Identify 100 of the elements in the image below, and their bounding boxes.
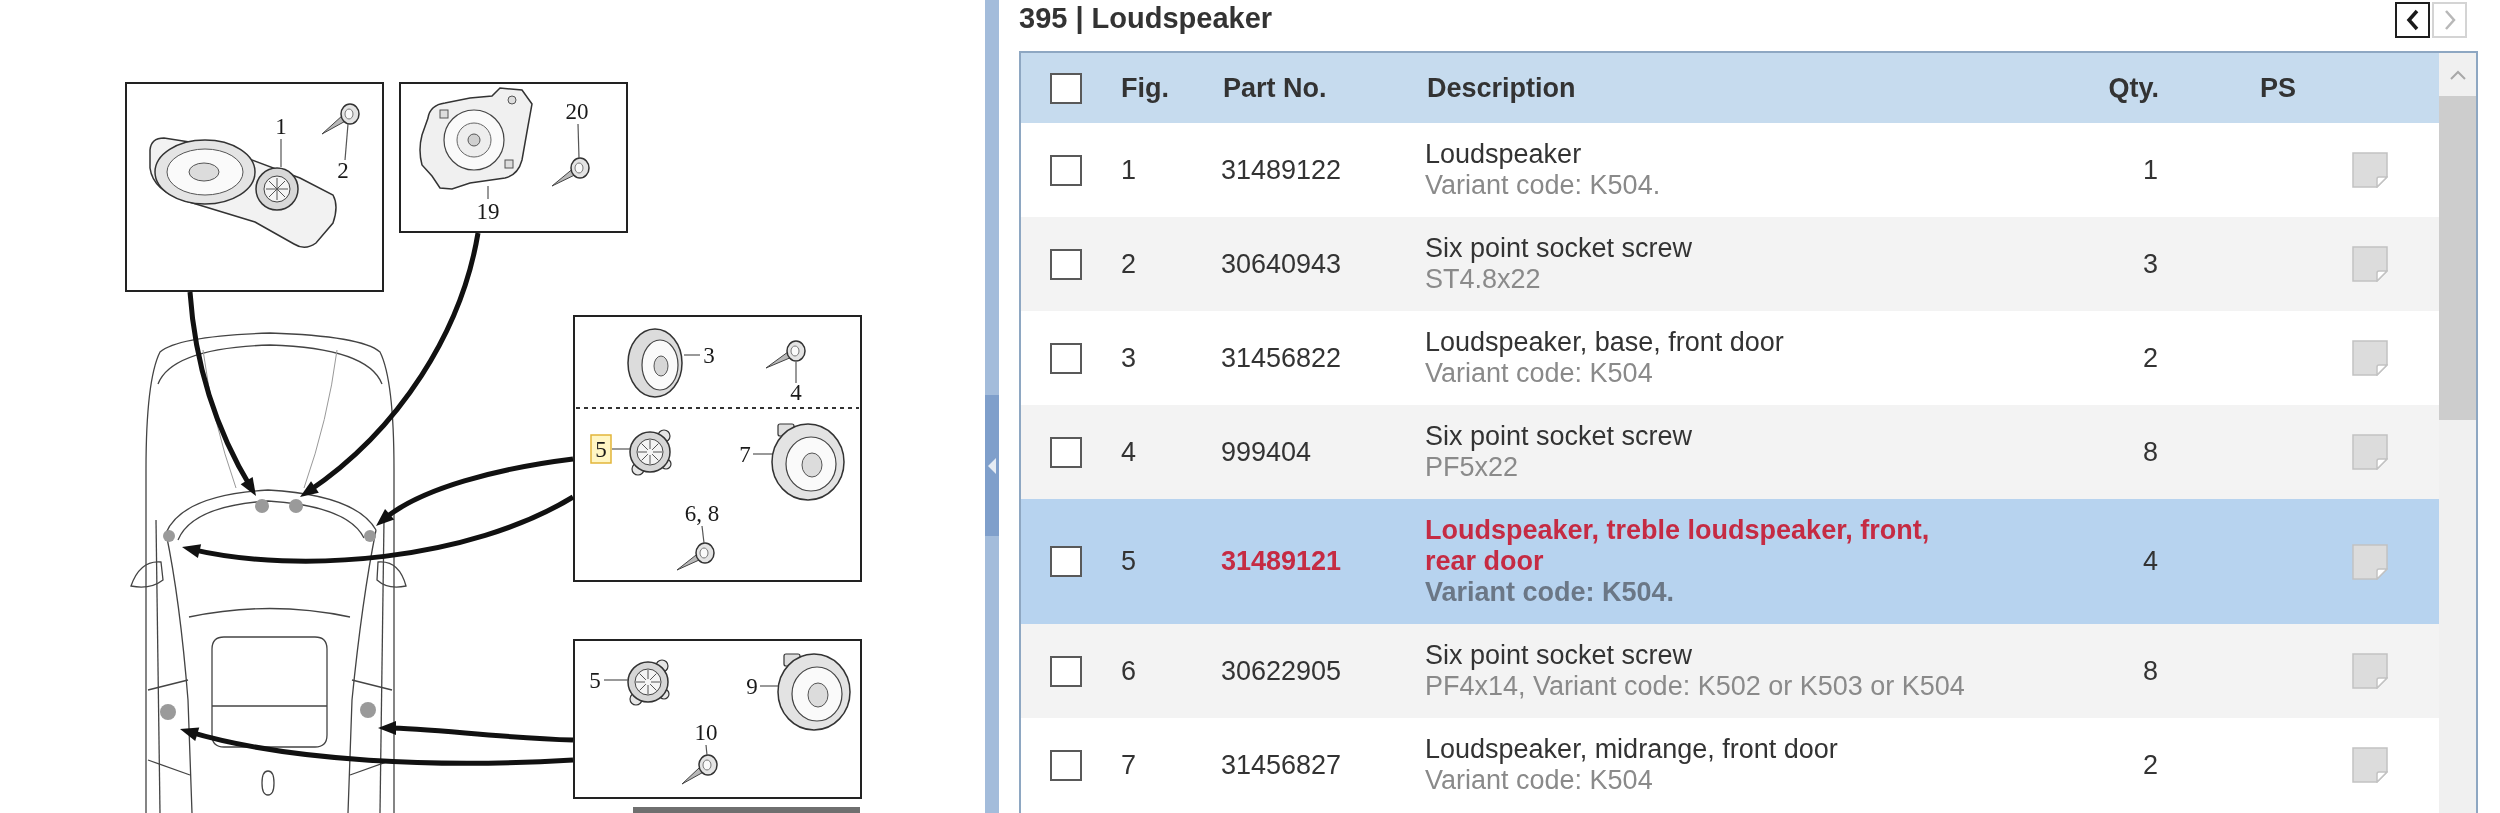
- part-number: 31489122: [1221, 154, 1342, 185]
- row-checkbox[interactable]: [1050, 436, 1082, 468]
- variant-note: Variant code: K504: [1425, 765, 1653, 796]
- tweeter-drawing: [629, 429, 672, 476]
- callout-number[interactable]: 2: [337, 158, 349, 183]
- callout-number[interactable]: 6, 8: [684, 501, 720, 526]
- quantity: 2: [2142, 749, 2158, 780]
- part-description: Six point socket screw: [1425, 640, 1693, 671]
- row-checkbox[interactable]: [1050, 749, 1082, 781]
- caret-left-icon: [988, 457, 996, 474]
- table-row[interactable]: 2 30640943 Six point socket screw ST4.8x22 3: [1021, 217, 2439, 311]
- callout-number[interactable]: 10: [694, 720, 718, 745]
- leader-line: [280, 138, 282, 168]
- row-checkbox[interactable]: [1050, 248, 1082, 280]
- note-icon[interactable]: [2352, 543, 2388, 580]
- callout-number[interactable]: 1: [275, 114, 287, 139]
- leader-line: [487, 185, 489, 200]
- leader-line: [577, 123, 580, 159]
- row-checkbox[interactable]: [1050, 546, 1082, 577]
- quantity: 4: [2142, 546, 2158, 576]
- callout-number[interactable]: 4: [790, 380, 802, 405]
- part-number: 30640943: [1221, 248, 1342, 279]
- speaker-spot-icon: [289, 499, 303, 513]
- tweeter-drawing: [627, 659, 670, 706]
- leader-line: [705, 744, 708, 756]
- callout-number[interactable]: 5: [590, 434, 612, 464]
- callout-number[interactable]: 20: [565, 99, 589, 124]
- chevron-up-icon: [2449, 69, 2466, 80]
- screw-drawing: [551, 157, 590, 187]
- fig-number: 5: [1121, 546, 1137, 576]
- quantity: 1: [2142, 154, 2158, 185]
- speaker-spot-icon: [364, 530, 376, 542]
- screw-drawing: [321, 103, 360, 135]
- variant-note: Variant code: K504.: [1425, 170, 1661, 201]
- leader-line: [611, 448, 631, 450]
- row-checkbox[interactable]: [1050, 342, 1082, 374]
- scrollbar-thumb[interactable]: [2439, 96, 2476, 420]
- leader-line: [701, 525, 705, 544]
- leader-line: [344, 123, 349, 161]
- part-description: Loudspeaker, midrange, front door: [1425, 734, 1838, 765]
- quantity: 3: [2142, 248, 2158, 279]
- table-row[interactable]: 4 999404 Six point socket screw PF5x22 8: [1021, 405, 2439, 499]
- scroll-up-button[interactable]: [2439, 53, 2476, 96]
- fig-number: 3: [1121, 342, 1137, 373]
- part-description: Loudspeaker, base, front door: [1425, 327, 1784, 358]
- row-checkbox[interactable]: [1050, 154, 1082, 186]
- variant-note: ST4.8x22: [1425, 264, 1541, 295]
- screw-drawing: [681, 754, 718, 785]
- note-icon[interactable]: [2352, 653, 2388, 689]
- note-icon[interactable]: [2352, 747, 2388, 783]
- column-header: Fig.: [1121, 72, 1169, 103]
- splitter-handle[interactable]: [985, 395, 999, 536]
- fig-number: 1: [1121, 154, 1137, 185]
- screw-drawing: [765, 340, 806, 369]
- splitter-bar[interactable]: [985, 0, 999, 813]
- speaker-spot-icon: [360, 702, 376, 718]
- previous-button[interactable]: [2395, 2, 2430, 38]
- quantity: 8: [2142, 436, 2158, 467]
- leader-line: [795, 361, 797, 384]
- table-row[interactable]: 6 30622905 Six point socket screw PF4x14, Variant code: K502 or K503 or K504 8: [1021, 624, 2439, 718]
- speaker-spot-icon: [160, 704, 176, 720]
- part-number: 30622905: [1221, 655, 1342, 686]
- fig-number: 6: [1121, 655, 1137, 686]
- part-number: 999404: [1221, 436, 1312, 467]
- leader-line: [683, 354, 701, 356]
- variant-note: PF5x22: [1425, 452, 1519, 483]
- table-row[interactable]: 5 31489121 Loudspeaker, treble loudspeaker, front, rear door Variant code: K504. 4: [1021, 499, 2439, 624]
- callout-number[interactable]: 19: [476, 199, 500, 224]
- variant-note: Variant code: K504.: [1425, 577, 1675, 608]
- row-checkbox[interactable]: [1050, 655, 1082, 687]
- leader-line: [752, 453, 773, 455]
- callout-number[interactable]: 9: [746, 674, 758, 699]
- part-number: 31456822: [1221, 342, 1342, 373]
- speaker-spot-icon: [255, 499, 269, 513]
- panel-title: 395 | Loudspeaker: [1019, 1, 1273, 36]
- note-icon[interactable]: [2352, 340, 2388, 376]
- select-all-checkbox[interactable]: [1050, 72, 1082, 104]
- variant-note: PF4x14, Variant code: K502 or K503 or K504: [1425, 671, 1965, 702]
- part-number: 31456827: [1221, 749, 1342, 780]
- column-header: Description: [1427, 72, 1576, 103]
- column-header: Part No.: [1223, 72, 1327, 103]
- variant-note: Variant code: K504: [1425, 358, 1653, 389]
- speaker-spot-icon: [163, 530, 175, 542]
- note-icon[interactable]: [2352, 152, 2388, 188]
- callout-number[interactable]: 5: [589, 668, 601, 693]
- chevron-left-icon: [2405, 9, 2420, 31]
- fig-number: 2: [1121, 248, 1137, 279]
- part-description: Six point socket screw: [1425, 421, 1693, 452]
- leader-line: [759, 685, 779, 687]
- chevron-right-icon: [2442, 9, 2457, 31]
- part-number: 31489121: [1221, 546, 1342, 576]
- column-header: Qty.: [2108, 72, 2159, 103]
- quantity: 2: [2142, 342, 2158, 373]
- note-icon[interactable]: [2352, 246, 2388, 282]
- callout-number[interactable]: 7: [739, 442, 751, 467]
- speaker-drawing: [627, 328, 683, 398]
- callout-number[interactable]: 3: [703, 343, 715, 368]
- note-icon[interactable]: [2352, 434, 2388, 470]
- part-description: Loudspeaker, treble loudspeaker, front, rear door: [1425, 515, 1931, 577]
- screw-drawing: [676, 542, 715, 571]
